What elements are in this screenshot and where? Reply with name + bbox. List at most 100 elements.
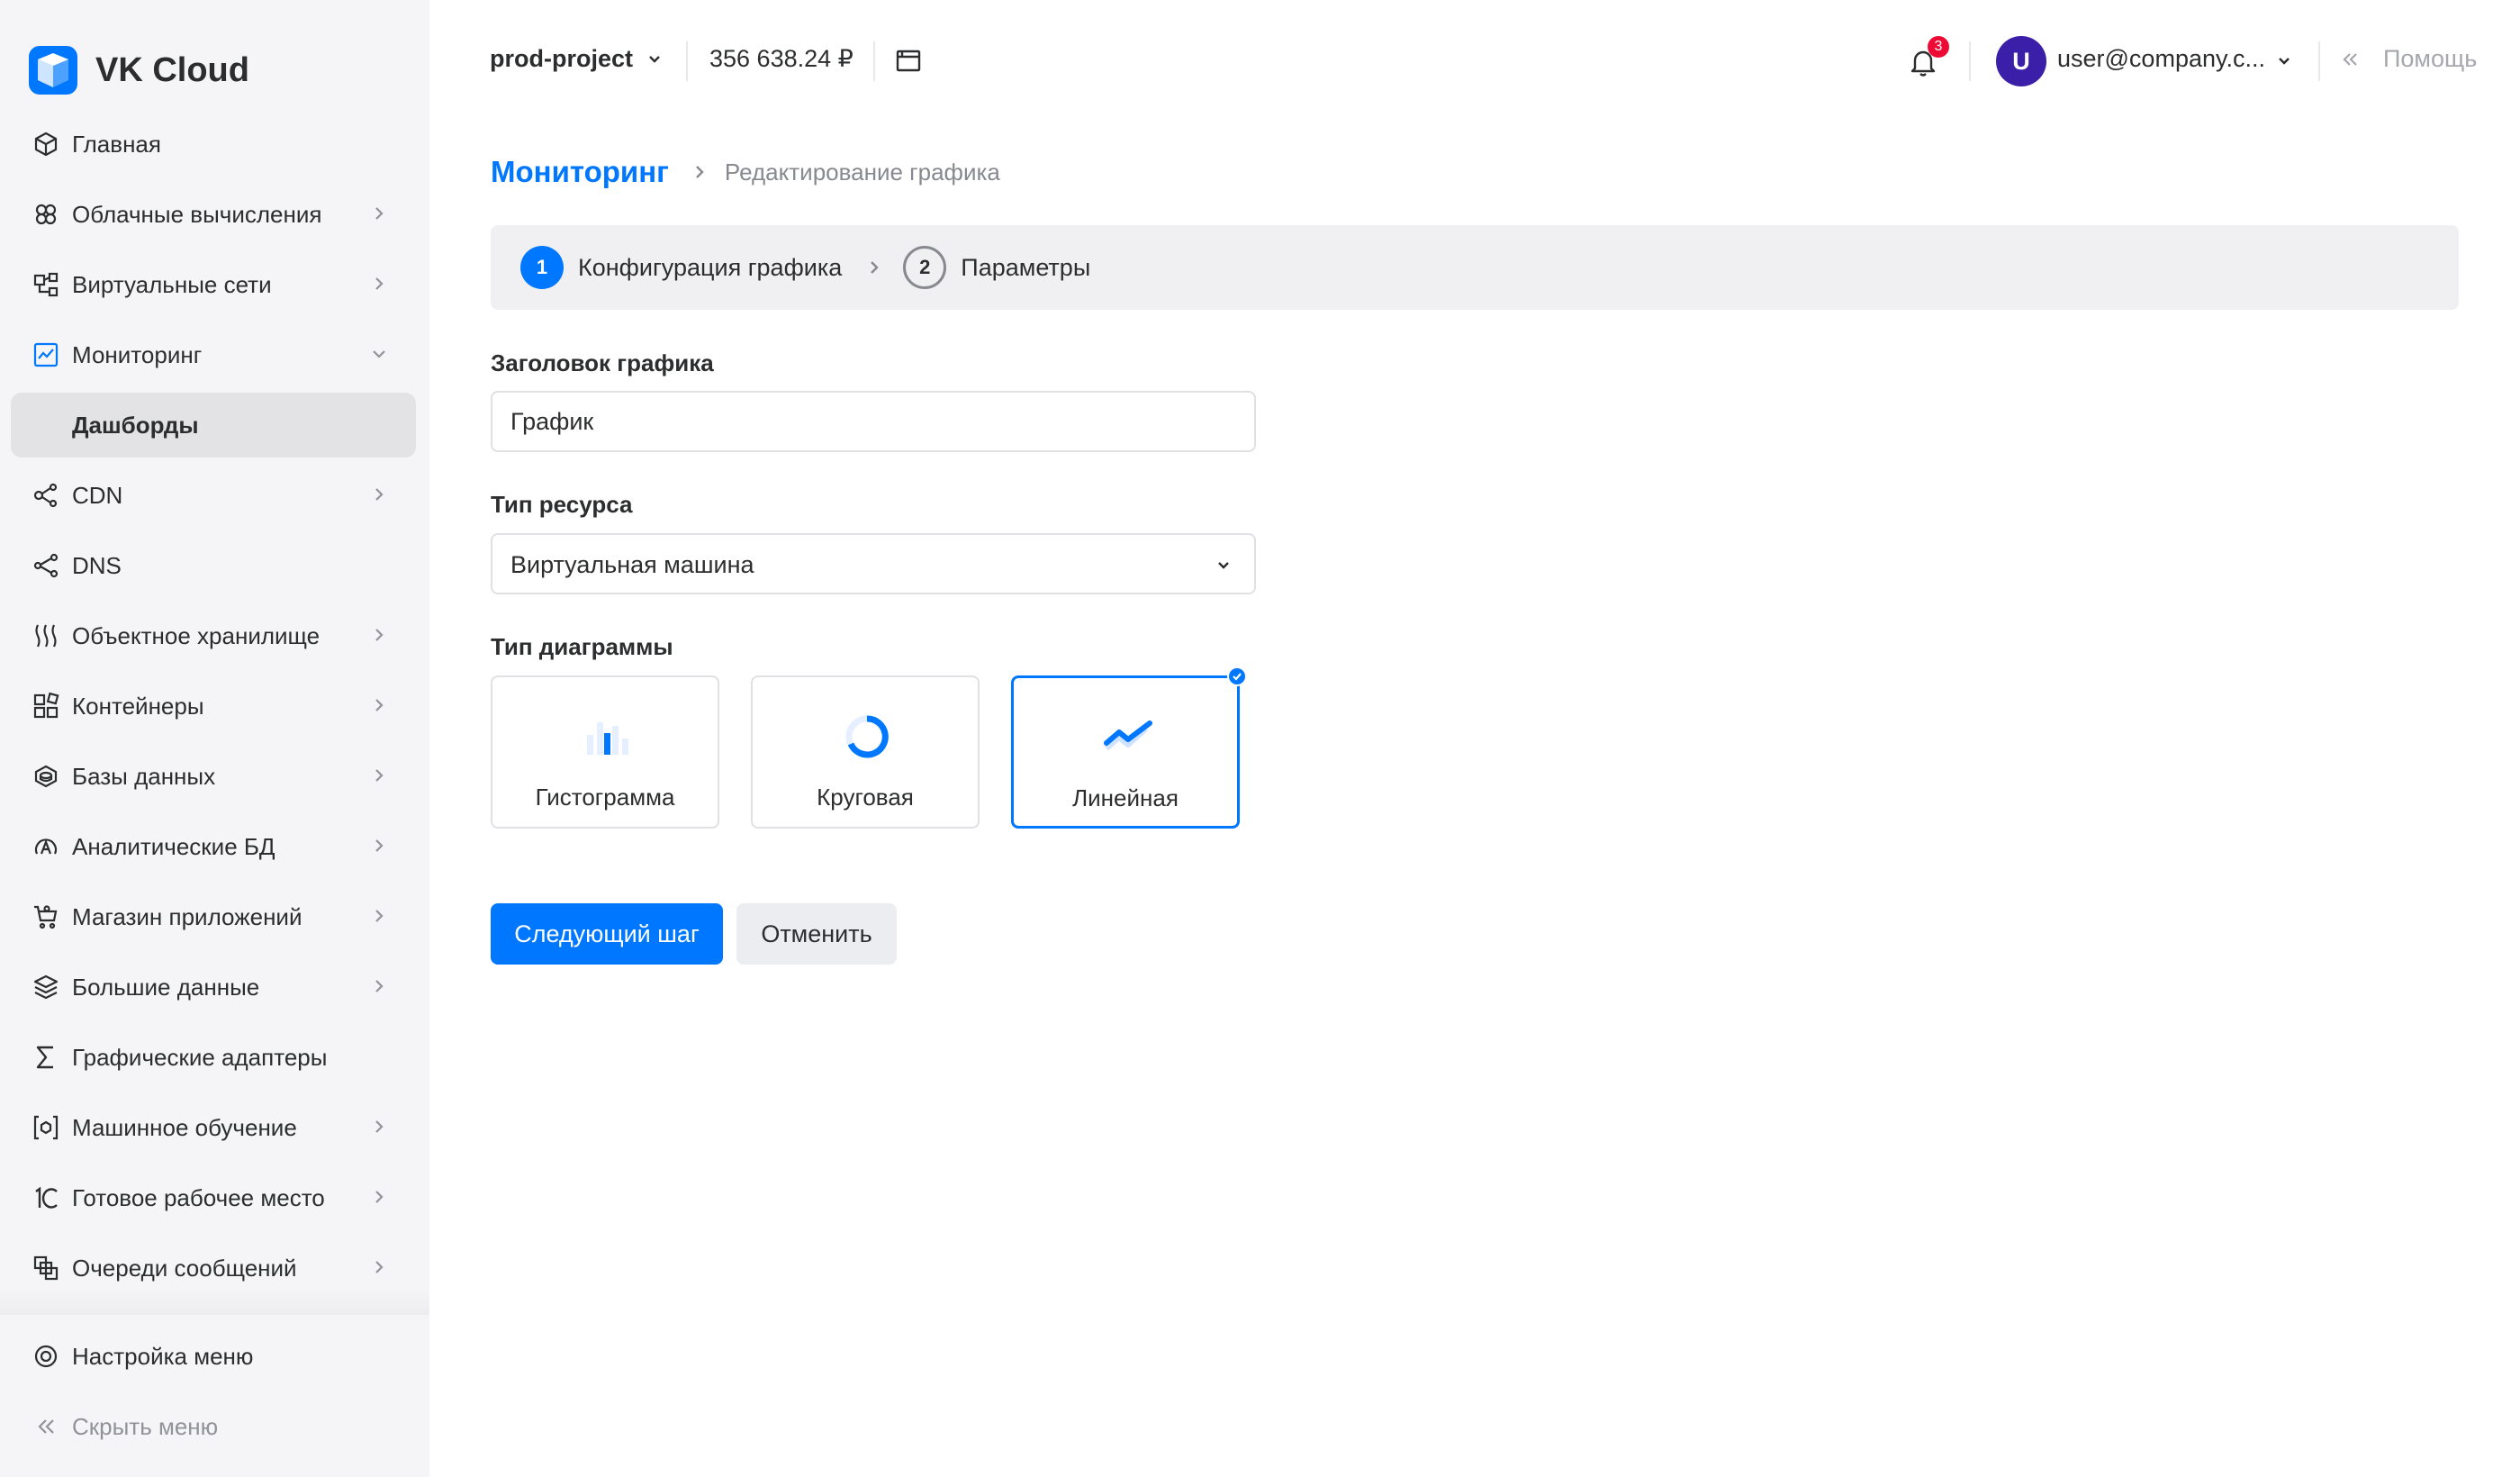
chevron-right-icon (375, 910, 384, 922)
sidebar-footer: Настройка меню Скрыть меню (11, 1324, 416, 1464)
cloud-compute-icon (31, 199, 61, 230)
sidebar-item-label: Облачные вычисления (72, 200, 322, 228)
app-window: VK Cloud Главная Облачные вычисления Вир… (0, 0, 2520, 1477)
next-step-button[interactable]: Следующий шаг (491, 903, 723, 965)
double-chevron-left-icon (31, 1411, 61, 1442)
resource-type-label: Тип ресурса (491, 491, 633, 518)
chart-type-donut[interactable]: Круговая (751, 675, 980, 829)
sidebar-item-gpu[interactable]: Графические адаптеры (11, 1025, 416, 1090)
hide-menu-button[interactable]: Скрыть меню (11, 1394, 416, 1459)
chevron-down-icon (1218, 562, 1229, 569)
chevron-right-icon (375, 769, 384, 782)
main-content: Мониторинг Редактирование графика 1 Конф… (491, 0, 2471, 1477)
chevron-right-icon (375, 277, 384, 290)
chart-type-line[interactable]: Линейная (1011, 675, 1240, 829)
1c-icon (31, 1183, 61, 1213)
sidebar-item-dns[interactable]: DNS (11, 533, 416, 598)
cube-icon (31, 129, 61, 159)
sidebar-item-app-store[interactable]: Магазин приложений (11, 884, 416, 949)
sidebar-item-dashboards[interactable]: Дашборды (11, 393, 416, 458)
step-number[interactable]: 2 (903, 246, 947, 289)
chevron-right-icon (375, 207, 384, 220)
sidebar-item-label: Магазин приложений (72, 902, 303, 930)
brand-name: VK Cloud (95, 50, 249, 89)
chart-title-input[interactable] (491, 391, 1256, 452)
chevron-right-icon (375, 629, 384, 641)
wizard-steps: 1 Конфигурация графика 2 Параметры (491, 225, 2459, 310)
chart-type-picker: Гистограмма Круговая Линейная (491, 666, 1301, 829)
line-chart-icon (1104, 720, 1152, 751)
chart-title-label: Заголовок графика (491, 349, 714, 376)
chart-type-label: Тип диаграммы (491, 633, 673, 660)
chevron-right-icon (375, 980, 384, 992)
sidebar-item-object-storage[interactable]: Объектное хранилище (11, 603, 416, 668)
analytics-db-icon (31, 831, 61, 862)
sidebar: VK Cloud Главная Облачные вычисления Вир… (0, 0, 429, 1477)
logo[interactable]: VK Cloud (29, 45, 249, 95)
step-label[interactable]: Конфигурация графика (578, 254, 842, 282)
sidebar-item-label: Очереди сообщений (72, 1254, 297, 1282)
selected-check-icon (1227, 666, 1247, 686)
sidebar-item-label: CDN (72, 481, 123, 509)
cancel-button[interactable]: Отменить (736, 903, 897, 965)
settings-icon (31, 1341, 61, 1372)
hide-menu-label: Скрыть меню (72, 1412, 219, 1440)
containers-icon (31, 691, 61, 721)
database-icon (31, 761, 61, 792)
step-label[interactable]: Параметры (961, 254, 1090, 282)
sidebar-item-workplace[interactable]: Готовое рабочее место (11, 1165, 416, 1230)
layers-icon (31, 972, 61, 1002)
chevron-right-icon (375, 488, 384, 501)
sidebar-item-label: Виртуальные сети (72, 270, 272, 298)
vk-cloud-logo-icon (29, 46, 77, 95)
sidebar-item-label: Базы данных (72, 762, 216, 790)
sidebar-item-cloud-compute[interactable]: Облачные вычисления (11, 182, 416, 247)
sidebar-item-big-data[interactable]: Большие данные (11, 955, 416, 1019)
sidebar-item-label: DNS (72, 551, 122, 579)
resource-type-select[interactable]: Виртуальная машина (491, 533, 1256, 594)
sidebar-item-label: Главная (72, 130, 161, 158)
breadcrumb-current: Редактирование графика (724, 158, 1000, 186)
sidebar-item-label: Аналитические БД (72, 832, 275, 860)
menu-settings-button[interactable]: Настройка меню (11, 1324, 416, 1389)
sidebar-item-label: Мониторинг (72, 340, 203, 368)
network-icon (31, 269, 61, 300)
chevron-right-icon (375, 1261, 384, 1273)
histogram-icon (587, 722, 628, 755)
chart-type-label: Линейная (1072, 784, 1179, 811)
sidebar-item-home[interactable]: Главная (11, 112, 416, 177)
sidebar-item-label: Машинное обучение (72, 1113, 297, 1141)
sidebar-item-cdn[interactable]: CDN (11, 463, 416, 528)
sidebar-item-virtual-networks[interactable]: Виртуальные сети (11, 252, 416, 317)
sidebar-item-containers[interactable]: Контейнеры (11, 674, 416, 738)
menu-settings-label: Настройка меню (72, 1342, 254, 1370)
breadcrumb-root[interactable]: Мониторинг (491, 155, 669, 189)
sidebar-item-ml[interactable]: Машинное обучение (11, 1095, 416, 1160)
sidebar-item-analytics-db[interactable]: Аналитические БД (11, 814, 416, 879)
ml-icon (31, 1112, 61, 1143)
dns-icon (31, 550, 61, 581)
monitoring-icon (31, 340, 61, 370)
donut-icon (845, 715, 889, 758)
chart-type-label: Гистограмма (535, 784, 675, 811)
sidebar-item-monitoring[interactable]: Мониторинг (11, 322, 416, 387)
chart-type-label: Круговая (817, 784, 914, 811)
sigma-icon (31, 1042, 61, 1073)
resource-type-value: Виртуальная машина (510, 551, 754, 578)
cdn-icon (31, 480, 61, 511)
chevron-right-icon (871, 261, 879, 274)
sidebar-item-label: Большие данные (72, 973, 260, 1001)
sidebar-item-databases[interactable]: Базы данных (11, 744, 416, 809)
sidebar-item-label: Контейнеры (72, 692, 204, 720)
chevron-right-icon (375, 1120, 384, 1133)
queue-icon (31, 1253, 61, 1283)
sidebar-item-label: Дашборды (72, 411, 199, 439)
chevron-right-icon (696, 166, 704, 178)
cart-icon (31, 902, 61, 932)
chevron-right-icon (375, 1191, 384, 1203)
step-number[interactable]: 1 (520, 246, 564, 289)
chart-type-histogram[interactable]: Гистограмма (491, 675, 719, 829)
sidebar-item-label: Объектное хранилище (72, 621, 321, 649)
chevron-right-icon (375, 699, 384, 711)
sidebar-nav: Главная Облачные вычисления Виртуальные … (11, 112, 416, 1306)
